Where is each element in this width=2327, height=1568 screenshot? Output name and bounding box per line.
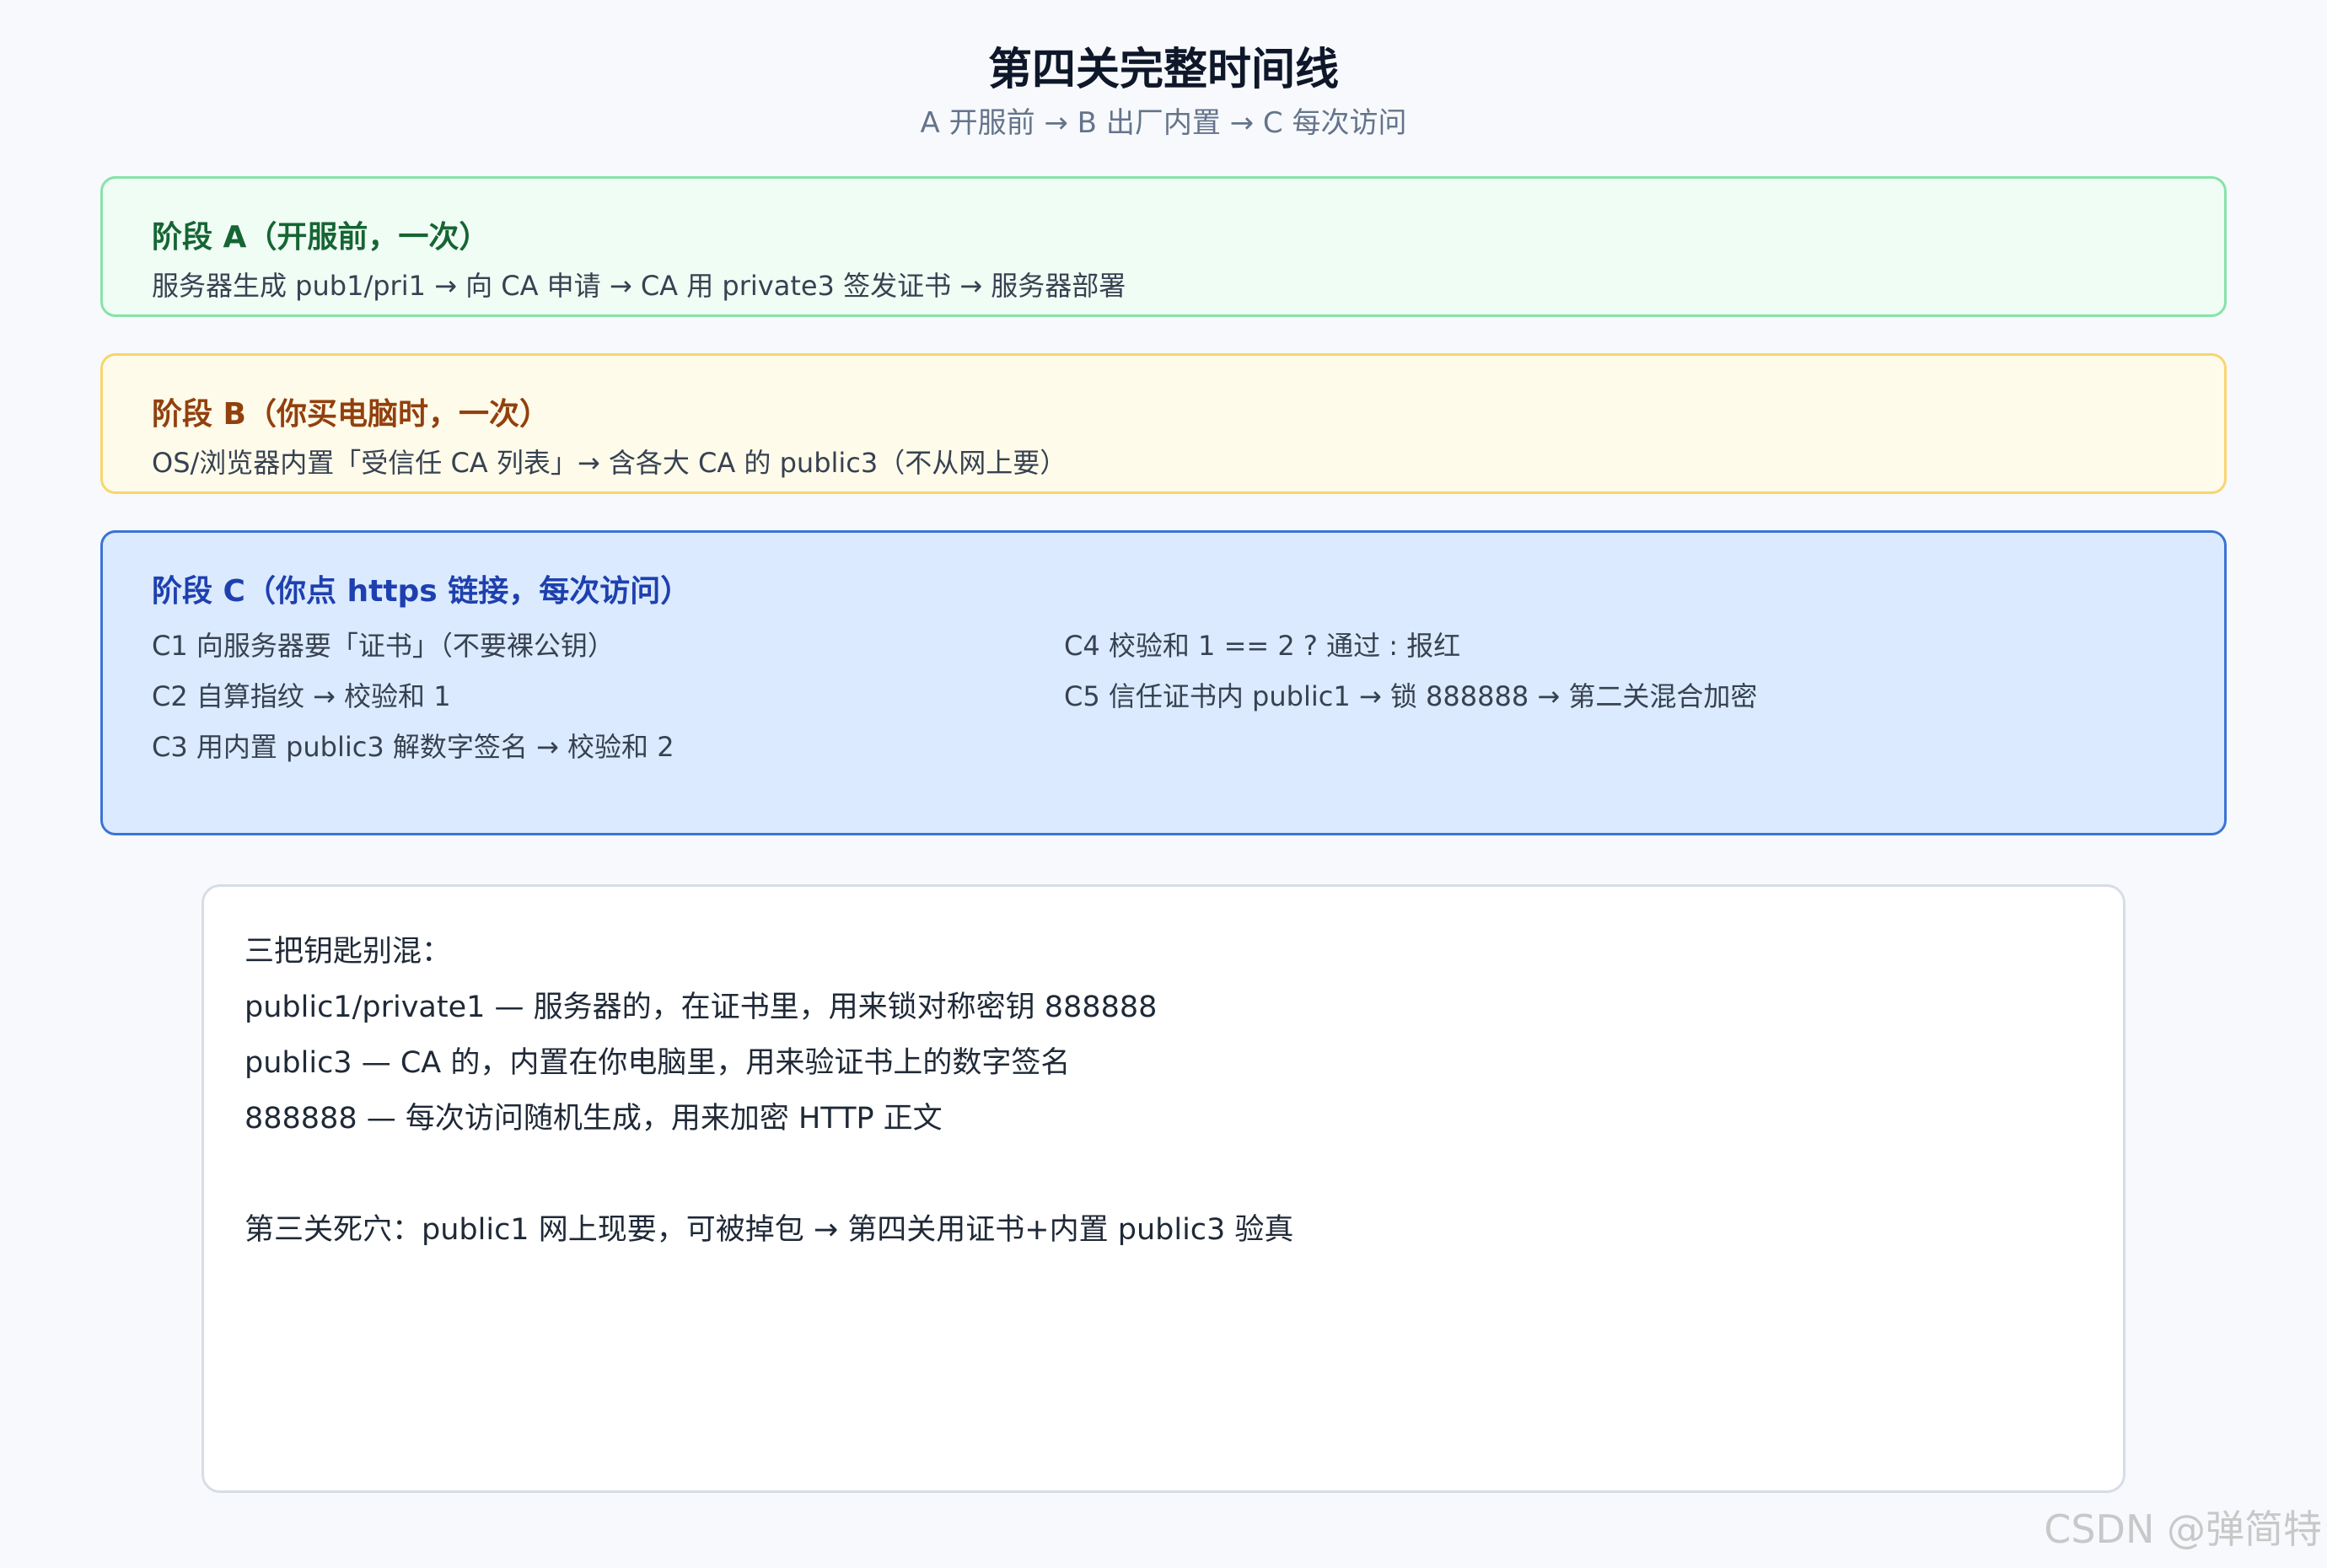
stage-b-card: 阶段 B（你买电脑时，一次） OS/浏览器内置「受信任 CA 列表」→ 含各大 … [100, 353, 2227, 494]
stage-a-card: 阶段 A（开服前，一次） 服务器生成 pub1/pri1 → 向 CA 申请 →… [100, 176, 2227, 317]
stage-a-title: 阶段 A（开服前，一次） [152, 220, 490, 255]
stage-c-step-c2: C2 自算指纹 → 校验和 1 [152, 680, 451, 712]
keys-note-box: 三把钥匙别混： public1/private1 — 服务器的，在证书里，用来锁… [202, 884, 2125, 1493]
keys-note-public3: public3 — CA 的，内置在你电脑里，用来验证书上的数字签名 [245, 1046, 1071, 1080]
keys-note-public1: public1/private1 — 服务器的，在证书里，用来锁对称密钥 888… [245, 991, 1158, 1024]
page-subtitle: A 开服前 → B 出厂内置 → C 每次访问 [920, 106, 1407, 140]
stage-a-description: 服务器生成 pub1/pri1 → 向 CA 申请 → CA 用 private… [152, 270, 1126, 302]
watermark: CSDN @弹简特 [2044, 1506, 2322, 1552]
stage-c-step-c5: C5 信任证书内 public1 → 锁 888888 → 第二关混合加密 [1064, 680, 1758, 712]
stage-c-step-c1: C1 向服务器要「证书」（不要裸公钥） [152, 630, 615, 662]
keys-note-session-key: 888888 — 每次访问随机生成，用来加密 HTTP 正文 [245, 1102, 943, 1136]
stage-c-step-c4: C4 校验和 1 == 2 ? 通过 : 报红 [1064, 630, 1461, 662]
stage-c-title: 阶段 C（你点 https 链接，每次访问） [152, 574, 691, 609]
stage-b-description: OS/浏览器内置「受信任 CA 列表」→ 含各大 CA 的 public3（不从… [152, 447, 1067, 479]
keys-note-heading: 三把钥匙别混： [245, 935, 452, 969]
stage-c-step-c3: C3 用内置 public3 解数字签名 → 校验和 2 [152, 731, 674, 763]
stage-c-card: 阶段 C（你点 https 链接，每次访问） C1 向服务器要「证书」（不要裸公… [100, 530, 2227, 835]
keys-note-weakness: 第三关死穴：public1 网上现要，可被掉包 → 第四关用证书+内置 publ… [245, 1213, 1294, 1247]
page-title: 第四关完整时间线 [987, 45, 1339, 95]
stage-b-title: 阶段 B（你买电脑时，一次） [152, 397, 550, 432]
